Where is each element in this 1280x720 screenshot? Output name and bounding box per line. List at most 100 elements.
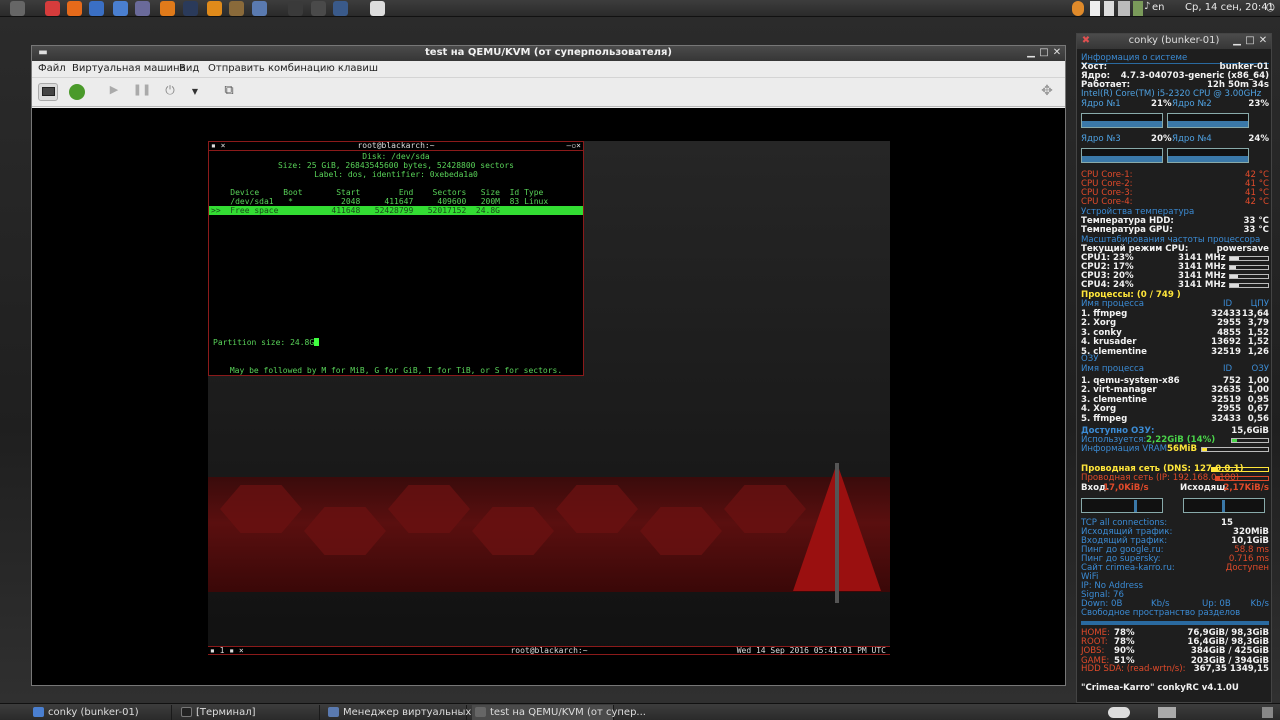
settings-icon[interactable]	[333, 1, 348, 16]
pause-icon: ❚❚	[132, 83, 152, 96]
ram-header: ОЗУ	[1081, 354, 1099, 364]
minimize-icon[interactable]: ▁	[1231, 35, 1243, 47]
firefox-icon[interactable]	[67, 1, 82, 16]
files-icon[interactable]	[113, 1, 128, 16]
size-line: Size: 25 GiB, 26843545600 bytes, 5242880…	[277, 161, 514, 170]
details-view-button[interactable]	[67, 83, 87, 101]
task-vm-console[interactable]: test на QEMU/KVM (от супер...	[472, 705, 646, 720]
fullscreen-button[interactable]: ✥	[1037, 83, 1057, 101]
keyboard-layout-indicator[interactable]: en	[1152, 2, 1165, 13]
partition-row[interactable]: /dev/sda1 * 2048 411647 409600 200M 83 L…	[209, 197, 583, 206]
partition-row-selected[interactable]: >> Free space 411648 52428799 52017152 2…	[209, 206, 583, 215]
core-row-1: Ядро №1 21% Ядро №2 23%	[1081, 99, 1269, 109]
top-panel: ♪ en Ср, 14 сен, 20:41 ⏻	[0, 0, 1280, 17]
site-status-row: Сайт crimea-karro.ru: Доступен	[1081, 563, 1269, 573]
core-1-graph	[1081, 113, 1163, 128]
menu-send-key[interactable]: Отправить комбинацию клавиш	[208, 63, 378, 74]
conky-window: ✖ conky (bunker-01) ▁ □ ✕ Информация о с…	[1076, 33, 1272, 703]
vram-bar	[1201, 447, 1269, 452]
terminal-title: root@blackarch:~	[357, 141, 435, 150]
close-icon[interactable]: ✕	[1051, 47, 1063, 59]
task-virt-manager[interactable]: Менеджер виртуальных...	[325, 705, 481, 720]
clipboard-tray-icon[interactable]	[1104, 1, 1114, 16]
power-icon: ⏻	[165, 83, 175, 97]
workspace-switcher-icon[interactable]	[1108, 707, 1130, 718]
vm-console-display[interactable]: ▪ × root@blackarch:~ –▫× Disk: /dev/sda …	[32, 108, 1065, 685]
run-button[interactable]: ▶	[104, 83, 124, 101]
text-editor-icon[interactable]	[370, 1, 385, 16]
chevron-down-icon: ▼	[191, 87, 199, 96]
mem-process-row: 5. ffmpeg 32433 0,56	[1081, 413, 1269, 424]
show-desktop-icon[interactable]	[1158, 707, 1176, 718]
weather-tray-icon[interactable]	[1072, 1, 1084, 16]
vivaldi-icon[interactable]	[45, 1, 60, 16]
terminal-window-buttons[interactable]: –▫×	[567, 142, 581, 150]
task-conky[interactable]: conky (bunker-01)	[30, 705, 172, 720]
cpu-process-header: Имя процесса ID ЦПУ	[1081, 299, 1269, 309]
play-icon: ▶	[109, 83, 119, 96]
trash-icon[interactable]	[1262, 707, 1273, 718]
console-view-button[interactable]	[38, 83, 58, 101]
archive-icon[interactable]	[229, 1, 244, 16]
hdd-rw-row: HDD SDA: (read-wrtn/s): 367,35 1349,15	[1081, 664, 1269, 674]
vm-window: test на QEMU/KVM (от суперпользователя) …	[31, 45, 1066, 686]
disk-divider-bar	[1081, 621, 1269, 625]
partition-size-input[interactable]: 24.8G	[290, 338, 314, 347]
virt-manager-icon[interactable]	[252, 1, 267, 16]
notes-tray-icon[interactable]	[1090, 1, 1100, 16]
task-terminal[interactable]: [Терминал]	[178, 705, 320, 720]
blender-icon[interactable]	[160, 1, 175, 16]
wallpaper-red-band	[208, 477, 890, 592]
power-menu-button[interactable]: ▼	[185, 83, 205, 101]
conky-titlebar[interactable]: ✖ conky (bunker-01) ▁ □ ✕	[1077, 34, 1271, 49]
system-menu-icon[interactable]	[10, 1, 25, 16]
cpu-process-row: 4. krusader 13692 1,52	[1081, 337, 1269, 348]
partition-size-prompt[interactable]: Partition size: 24.8G	[209, 338, 583, 347]
mem-process-row: 4. Xorg 2955 0,67	[1081, 404, 1269, 415]
power-icon[interactable]: ⏻	[1266, 1, 1278, 16]
guest-terminal[interactable]: ▪ × root@blackarch:~ –▫× Disk: /dev/sda …	[208, 141, 584, 376]
statusbar-clock: Wed 14 Sep 2016 05:41:01 PM UTC	[736, 646, 886, 655]
menu-view[interactable]: Вид	[179, 63, 199, 74]
partition-size-label: Partition size:	[213, 338, 291, 347]
cpu1-bar	[1229, 256, 1269, 261]
cpu2-bar	[1229, 265, 1269, 270]
steam-icon[interactable]	[183, 1, 198, 16]
snapshot-button[interactable]: ⧉	[219, 83, 239, 101]
conky-footer: "Crimea-Karro" conkyRC v4.1.0U	[1081, 683, 1239, 693]
close-icon[interactable]: ✕	[1257, 35, 1269, 47]
core-4-graph	[1167, 148, 1249, 163]
vm-menubar: Файл Виртуальная машина Вид Отправить ко…	[32, 61, 1065, 78]
menu-virtual-machine[interactable]: Виртуальная машина	[72, 63, 186, 74]
maximize-icon[interactable]: □	[1244, 35, 1256, 47]
network-tray-icon[interactable]	[1118, 1, 1130, 16]
mem-process-header: Имя процесса ID ОЗУ	[1081, 364, 1269, 374]
text-cursor	[314, 338, 320, 346]
cpu-freq-row-4: CPU4: 24% 3141 MHz	[1081, 281, 1269, 290]
wired-ip-row: Проводная сеть (IP: 192.168.0.100)	[1081, 474, 1269, 483]
mail-tray-icon[interactable]	[1133, 1, 1143, 16]
minimize-icon[interactable]: ▁	[1025, 47, 1037, 59]
terminal-app-icon	[181, 707, 192, 717]
terminal-menu-icon[interactable]: ▪ ×	[211, 142, 225, 150]
size-hint: May be followed by M for MiB, G for GiB,…	[229, 366, 563, 375]
network-tool-icon[interactable]	[311, 1, 326, 16]
panel-clock[interactable]: Ср, 14 сен, 20:41	[1185, 2, 1274, 13]
thunderbird-icon[interactable]	[89, 1, 104, 16]
taskbar: conky (bunker-01) [Терминал] Менеджер ви…	[0, 703, 1280, 720]
vram-row: Информация VRAM: 56MiB	[1081, 445, 1269, 454]
terminal-icon[interactable]	[288, 1, 303, 16]
volume-tray-icon[interactable]: ♪	[1144, 1, 1150, 16]
power-button[interactable]: ⏻	[160, 83, 180, 101]
info-icon	[69, 84, 85, 100]
menu-file[interactable]: Файл	[38, 63, 66, 74]
partition-table-header: Device Boot Start End Sectors Size Id Ty…	[211, 188, 544, 197]
window-menu-icon[interactable]: ▬	[37, 47, 49, 59]
vm-window-titlebar[interactable]: test на QEMU/KVM (от суперпользователя) …	[32, 46, 1065, 61]
rss-icon[interactable]	[207, 1, 222, 16]
core-3-graph	[1081, 148, 1163, 163]
vm-app-icon	[475, 707, 486, 717]
screenshot-icon[interactable]	[135, 1, 150, 16]
maximize-icon[interactable]: □	[1038, 47, 1050, 59]
pause-button[interactable]: ❚❚	[132, 83, 152, 101]
